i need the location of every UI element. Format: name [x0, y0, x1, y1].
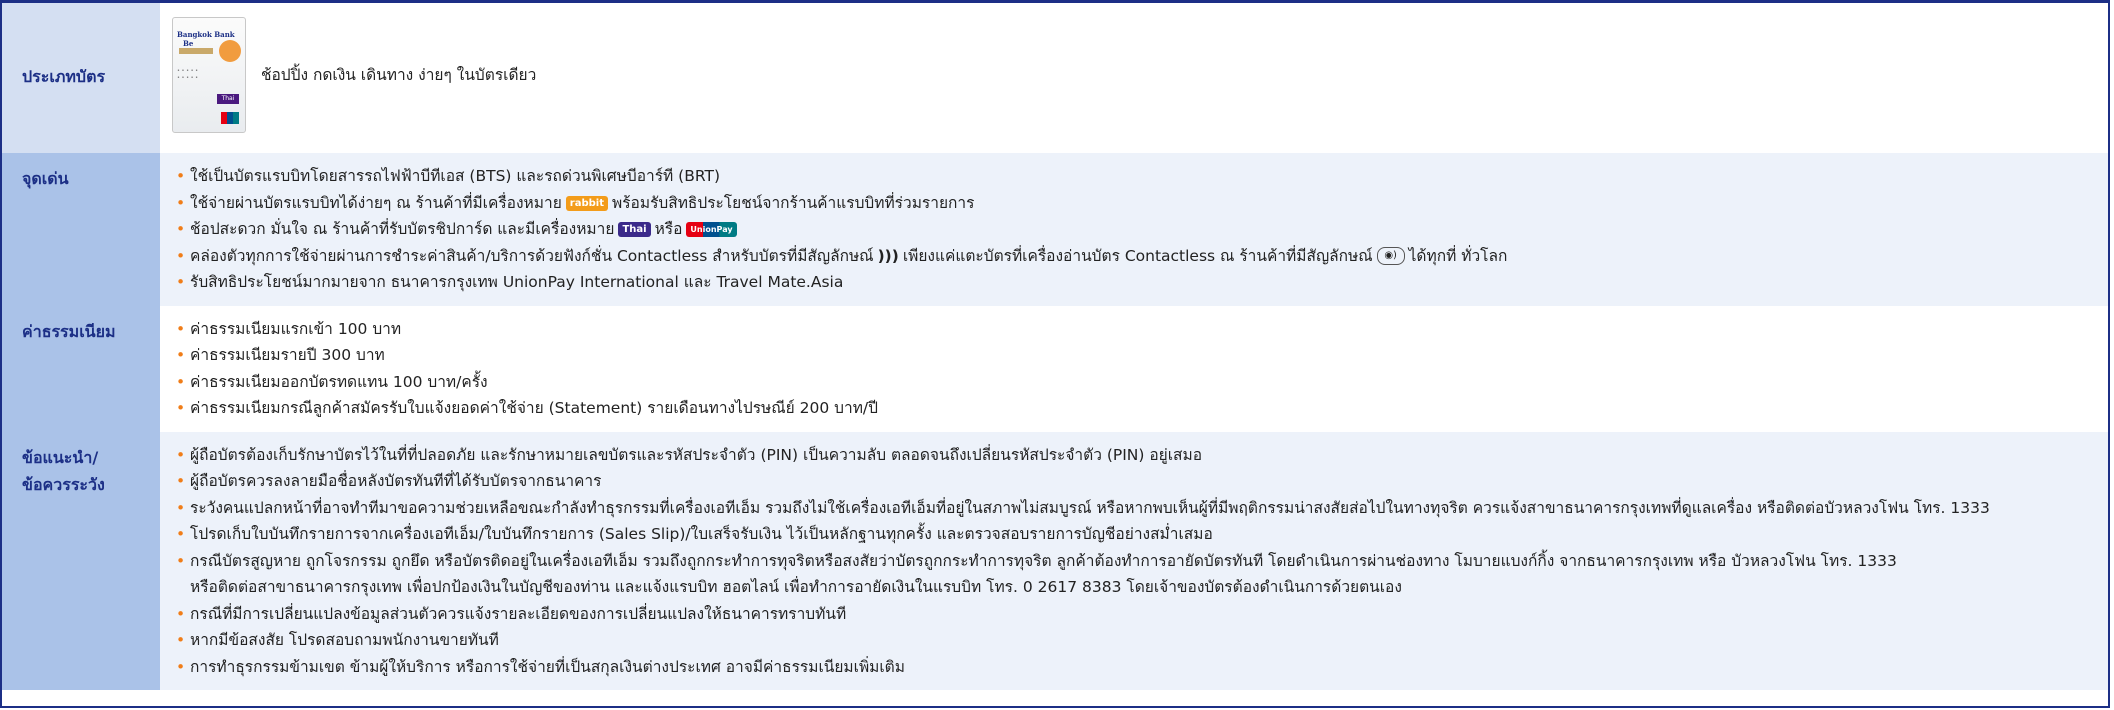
fees-list: ค่าธรรมเนียมแรกเข้า 100 บาท ค่าธรรมเนียม… [176, 316, 2100, 422]
list-item: ผู้ถือบัตรควรลงลายมือชื่อหลังบัตรทันทีที… [176, 468, 2100, 495]
list-item: โปรดเก็บใบบันทึกรายการจากเครื่องเอทีเอ็ม… [176, 521, 2100, 548]
card-unionpay-logo [221, 112, 239, 124]
list-item: หากมีข้อสงสัย โปรดสอบถามพนักงานขายทันที [176, 627, 2100, 654]
advice-label-line1: ข้อแนะนำ/ [22, 447, 99, 467]
list-item: ใช้จ่ายผ่านบัตรแรบบิทได้ง่ายๆ ณ ร้านค้าท… [176, 190, 2100, 217]
contactless-reader-icon: ◉) [1376, 247, 1405, 265]
card-thai-logo: Thai [217, 94, 239, 104]
list-item: ใช้เป็นบัตรแรบบิทโดยสารรถไฟฟ้าบีทีเอส (B… [176, 163, 2100, 190]
list-item: ค่าธรรมเนียมรายปี 300 บาท [176, 342, 2100, 369]
card-info-table: ประเภทบัตร Bangkok Bank Be • • • • • • • … [0, 0, 2110, 708]
advice-content: ผู้ถือบัตรต้องเก็บรักษาบัตรไว้ในที่ที่ปล… [160, 431, 2108, 690]
card-type-label: ประเภทบัตร [2, 3, 160, 153]
contactless-icon: ))) [877, 246, 899, 265]
highlights-list: ใช้เป็นบัตรแรบบิทโดยสารรถไฟฟ้าบีทีเอส (B… [176, 163, 2100, 296]
rabbit-logo-icon: rabbit [565, 195, 608, 211]
card-type-description: ช้อปปิ้ง กดเงิน เดินทาง ง่ายๆ ในบัตรเดีย… [260, 65, 537, 84]
list-item: กรณีบัตรสูญหาย ถูกโจรกรรม ถูกยึด หรือบัต… [176, 548, 2100, 601]
card-image: Bangkok Bank Be • • • • • • • • • • Thai [172, 17, 246, 133]
list-item: การทำธุรกรรมข้ามเขต ข้ามผู้ให้บริการ หรื… [176, 654, 2100, 681]
list-item: ค่าธรรมเนียมกรณีลูกค้าสมัครรับใบแจ้งยอดค… [176, 395, 2100, 422]
list-item: คล่องตัวทุกการใช้จ่ายผ่านการชำระค่าสินค้… [176, 243, 2100, 270]
advice-label-line2: ข้อควรระวัง [22, 474, 105, 494]
list-item: ค่าธรรมเนียมแรกเข้า 100 บาท [176, 316, 2100, 343]
advice-label: ข้อแนะนำ/ ข้อควรระวัง [2, 431, 160, 690]
list-item: กรณีที่มีการเปลี่ยนแปลงข้อมูลส่วนตัวควรแ… [176, 601, 2100, 628]
card-orange-icon [219, 40, 241, 62]
list-item: ค่าธรรมเนียมออกบัตรทดแทน 100 บาท/ครั้ง [176, 369, 2100, 396]
advice-list: ผู้ถือบัตรต้องเก็บรักษาบัตรไว้ในที่ที่ปล… [176, 442, 2100, 681]
highlights-label: จุดเด่น [2, 153, 160, 306]
highlights-row: จุดเด่น ใช้เป็นบัตรแรบบิทโดยสารรถไฟฟ้าบี… [2, 153, 2108, 306]
card-type-content: Bangkok Bank Be • • • • • • • • • • Thai … [160, 3, 2108, 153]
unionpay-logo-icon: UnionPay [686, 222, 737, 237]
thai-logo-icon: Thai [618, 222, 651, 237]
fees-row: ค่าธรรมเนียม ค่าธรรมเนียมแรกเข้า 100 บาท… [2, 305, 2108, 432]
fees-label: ค่าธรรมเนียม [2, 305, 160, 432]
list-item: รับสิทธิประโยชน์มากมายจาก ธนาคารกรุงเทพ … [176, 269, 2100, 296]
highlights-content: ใช้เป็นบัตรแรบบิทโดยสารรถไฟฟ้าบีทีเอส (B… [160, 153, 2108, 306]
list-item: ช้อปสะดวก มั่นใจ ณ ร้านค้าที่รับบัตรชิปก… [176, 216, 2100, 243]
list-item: ผู้ถือบัตรต้องเก็บรักษาบัตรไว้ในที่ที่ปล… [176, 442, 2100, 469]
advice-row: ข้อแนะนำ/ ข้อควรระวัง ผู้ถือบัตรต้องเก็บ… [2, 431, 2108, 690]
fees-content: ค่าธรรมเนียมแรกเข้า 100 บาท ค่าธรรมเนียม… [160, 305, 2108, 432]
card-type-row: ประเภทบัตร Bangkok Bank Be • • • • • • • … [2, 3, 2108, 153]
list-item: ระวังคนแปลกหน้าที่อาจทำทีมาขอความช่วยเหล… [176, 495, 2100, 522]
